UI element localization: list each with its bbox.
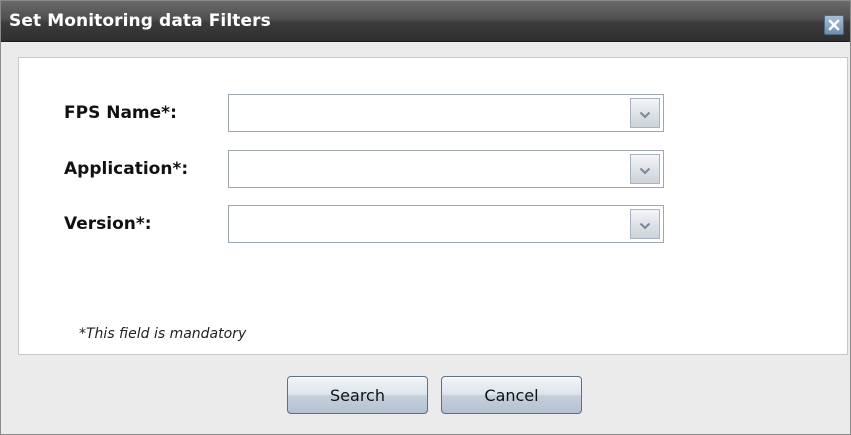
- fps-name-combobox[interactable]: [228, 94, 664, 132]
- close-button[interactable]: [824, 15, 844, 35]
- dialog-title: Set Monitoring data Filters: [9, 11, 271, 31]
- application-label: Application*:: [64, 159, 189, 179]
- cancel-button[interactable]: Cancel: [441, 376, 582, 414]
- version-dropdown-button[interactable]: [630, 209, 660, 239]
- form-row-fps-name: FPS Name*:: [19, 94, 849, 132]
- form-panel: FPS Name*: Application*: Version*: *This…: [18, 57, 848, 355]
- fps-name-dropdown-button[interactable]: [630, 98, 660, 128]
- application-combobox[interactable]: [228, 150, 664, 188]
- filter-dialog: Set Monitoring data Filters FPS Name*: A…: [0, 0, 851, 435]
- mandatory-note: *This field is mandatory: [79, 326, 247, 342]
- form-row-version: Version*:: [19, 205, 849, 243]
- version-label: Version*:: [64, 214, 152, 234]
- close-icon: [828, 16, 840, 35]
- application-input[interactable]: [229, 151, 629, 187]
- chevron-down-icon: [639, 160, 651, 179]
- fps-name-label: FPS Name*:: [64, 103, 177, 123]
- version-input[interactable]: [229, 206, 629, 242]
- form-row-application: Application*:: [19, 150, 849, 188]
- chevron-down-icon: [639, 215, 651, 234]
- version-combobox[interactable]: [228, 205, 664, 243]
- chevron-down-icon: [639, 104, 651, 123]
- search-button[interactable]: Search: [287, 376, 428, 414]
- application-dropdown-button[interactable]: [630, 154, 660, 184]
- dialog-titlebar[interactable]: Set Monitoring data Filters: [1, 1, 850, 42]
- fps-name-input[interactable]: [229, 95, 629, 131]
